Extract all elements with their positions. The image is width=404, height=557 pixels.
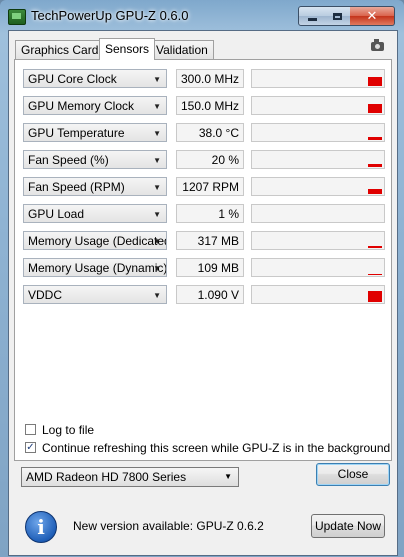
chevron-down-icon: ▼ bbox=[153, 156, 161, 165]
sensor-graph bbox=[251, 231, 385, 250]
sensor-value: 38.0 °C bbox=[176, 123, 244, 142]
sensor-row: GPU Load ▼ 1 % bbox=[23, 204, 385, 225]
sensor-graph-bar bbox=[368, 164, 382, 167]
sensor-graph bbox=[251, 258, 385, 277]
sensor-row: Memory Usage (Dynamic) ▼ 109 MB bbox=[23, 258, 385, 279]
sensor-name: Fan Speed (%) bbox=[28, 153, 109, 167]
sensor-value: 20 % bbox=[176, 150, 244, 169]
continue-refresh-checkbox[interactable]: ✓ bbox=[25, 442, 36, 453]
sensor-name-dropdown[interactable]: VDDC ▼ bbox=[23, 285, 167, 304]
sensor-name: GPU Core Clock bbox=[28, 72, 117, 86]
sensor-name: GPU Temperature bbox=[28, 126, 125, 140]
minimize-icon bbox=[307, 18, 317, 21]
chevron-down-icon: ▼ bbox=[153, 183, 161, 192]
update-now-button[interactable]: Update Now bbox=[311, 514, 385, 538]
sensor-name-dropdown[interactable]: Memory Usage (Dynamic) ▼ bbox=[23, 258, 167, 277]
sensors-panel: GPU Core Clock ▼ 300.0 MHz GPU Memory Clock… bbox=[14, 59, 392, 461]
sensor-name-dropdown[interactable]: GPU Temperature ▼ bbox=[23, 123, 167, 142]
tab-validation[interactable]: Validation bbox=[150, 40, 214, 59]
chevron-down-icon: ▼ bbox=[153, 264, 161, 273]
sensor-name-dropdown[interactable]: GPU Memory Clock ▼ bbox=[23, 96, 167, 115]
sensor-graph bbox=[251, 150, 385, 169]
update-notification-bar: i New version available: GPU-Z 0.6.2 Upd… bbox=[8, 499, 398, 556]
chevron-down-icon: ▼ bbox=[153, 129, 161, 138]
sensor-graph bbox=[251, 177, 385, 196]
sensor-name-dropdown[interactable]: Memory Usage (Dedicated) ▼ bbox=[23, 231, 167, 250]
sensor-value: 109 MB bbox=[176, 258, 244, 277]
sensor-row: Fan Speed (%) ▼ 20 % bbox=[23, 150, 385, 171]
sensor-graph bbox=[251, 123, 385, 142]
log-to-file-label: Log to file bbox=[42, 423, 95, 437]
update-message: New version available: GPU-Z 0.6.2 bbox=[73, 519, 264, 533]
sensor-name-dropdown[interactable]: Fan Speed (%) ▼ bbox=[23, 150, 167, 169]
window-frame: TechPowerUp GPU-Z 0.6.0 ✕ Graphics Card … bbox=[0, 0, 404, 557]
sensor-graph-bar bbox=[368, 189, 382, 194]
sensor-row: VDDC ▼ 1.090 V bbox=[23, 285, 385, 306]
sensor-name-dropdown[interactable]: Fan Speed (RPM) ▼ bbox=[23, 177, 167, 196]
sensor-name: GPU Load bbox=[28, 207, 85, 221]
chevron-down-icon: ▼ bbox=[153, 237, 161, 246]
sensor-value: 1207 RPM bbox=[176, 177, 244, 196]
screenshot-camera-icon[interactable] bbox=[371, 39, 384, 51]
chevron-down-icon: ▼ bbox=[153, 102, 161, 111]
sensor-value: 300.0 MHz bbox=[176, 69, 244, 88]
sensor-value: 150.0 MHz bbox=[176, 96, 244, 115]
title-bar[interactable]: TechPowerUp GPU-Z 0.6.0 ✕ bbox=[0, 0, 404, 30]
main-client-area: Graphics Card Sensors Validation GPU Cor… bbox=[8, 30, 398, 500]
sensor-name: Memory Usage (Dynamic) bbox=[28, 261, 167, 275]
sensor-name: GPU Memory Clock bbox=[28, 99, 135, 113]
gpu-selector-dropdown[interactable]: AMD Radeon HD 7800 Series ▼ bbox=[21, 467, 239, 487]
sensor-row: GPU Core Clock ▼ 300.0 MHz bbox=[23, 69, 385, 90]
sensor-value: 1.090 V bbox=[176, 285, 244, 304]
chevron-down-icon: ▼ bbox=[153, 291, 161, 300]
chevron-down-icon: ▼ bbox=[153, 210, 161, 219]
sensor-graph bbox=[251, 285, 385, 304]
sensor-graph-bar bbox=[368, 274, 382, 275]
sensor-graph-bar bbox=[368, 291, 382, 302]
sensor-name: Memory Usage (Dedicated) bbox=[28, 234, 167, 248]
info-icon: i bbox=[25, 511, 57, 543]
sensor-name-dropdown[interactable]: GPU Load ▼ bbox=[23, 204, 167, 223]
close-icon: ✕ bbox=[366, 8, 378, 23]
minimize-button[interactable] bbox=[298, 6, 326, 26]
window-close-button[interactable]: ✕ bbox=[350, 6, 395, 26]
window-title: TechPowerUp GPU-Z 0.6.0 bbox=[31, 8, 189, 23]
sensor-graph-bar bbox=[368, 77, 382, 86]
sensor-graph bbox=[251, 204, 385, 223]
maximize-icon bbox=[332, 12, 342, 20]
sensor-graph-bar bbox=[368, 104, 382, 113]
sensor-graph-bar bbox=[368, 246, 382, 248]
maximize-button[interactable] bbox=[324, 6, 351, 26]
sensor-value: 1 % bbox=[176, 204, 244, 223]
sensor-row: GPU Memory Clock ▼ 150.0 MHz bbox=[23, 96, 385, 117]
sensor-row: Fan Speed (RPM) ▼ 1207 RPM bbox=[23, 177, 385, 198]
gpu-z-app-icon bbox=[8, 9, 26, 25]
sensor-value: 317 MB bbox=[176, 231, 244, 250]
sensor-row: GPU Temperature ▼ 38.0 °C bbox=[23, 123, 385, 144]
sensor-row: Memory Usage (Dedicated) ▼ 317 MB bbox=[23, 231, 385, 252]
chevron-down-icon: ▼ bbox=[153, 75, 161, 84]
tab-graphics-card[interactable]: Graphics Card bbox=[15, 40, 105, 59]
close-button[interactable]: Close bbox=[316, 463, 390, 486]
log-to-file-checkbox[interactable] bbox=[25, 424, 36, 435]
sensor-name-dropdown[interactable]: GPU Core Clock ▼ bbox=[23, 69, 167, 88]
sensor-name: Fan Speed (RPM) bbox=[28, 180, 125, 194]
sensor-graph bbox=[251, 96, 385, 115]
gpu-selector-value: AMD Radeon HD 7800 Series bbox=[26, 470, 187, 484]
chevron-down-icon: ▼ bbox=[224, 472, 232, 481]
tab-sensors[interactable]: Sensors bbox=[99, 38, 156, 60]
sensor-name: VDDC bbox=[28, 288, 63, 302]
sensor-graph bbox=[251, 69, 385, 88]
continue-refresh-label: Continue refreshing this screen while GP… bbox=[42, 441, 391, 455]
sensor-graph-bar bbox=[368, 137, 382, 140]
